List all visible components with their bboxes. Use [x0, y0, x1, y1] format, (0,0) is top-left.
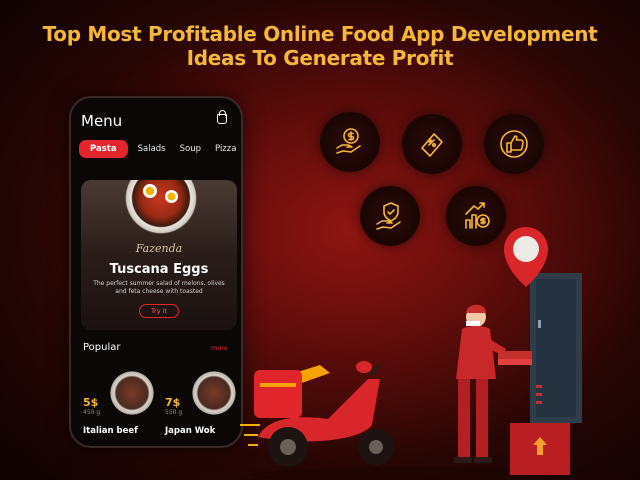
- featured-dish-image: [125, 180, 197, 234]
- dish-image: [107, 368, 157, 418]
- featured-card[interactable]: Fazenda Tuscana Eggs The perfect summer …: [81, 180, 237, 330]
- popular-heading: Popular: [83, 342, 121, 353]
- egg-yolk-decor: [165, 190, 178, 203]
- delivery-box-scooter: [254, 370, 302, 418]
- shopping-bag-icon[interactable]: [217, 110, 227, 124]
- category-tabs: Pasta Salads Soup Pizza: [79, 140, 240, 158]
- tab-pizza[interactable]: Pizza: [211, 141, 240, 157]
- featured-dish-name: Tuscana Eggs: [109, 262, 209, 277]
- tab-soup[interactable]: Soup: [176, 141, 205, 157]
- item-weight: 550 g: [165, 409, 183, 416]
- discount-ticket-icon: [402, 114, 462, 174]
- item-price: 5$: [83, 396, 99, 409]
- item-name: Japan Wok: [165, 426, 216, 436]
- app-title: Menu: [81, 112, 123, 130]
- headline: Top Most Profitable Online Food App Deve…: [0, 22, 640, 70]
- phone-mockup: Menu Pasta Salads Soup Pizza Fazenda Tus…: [69, 96, 243, 448]
- tab-salads[interactable]: Salads: [134, 141, 170, 157]
- featured-brand: Fazenda: [135, 242, 183, 255]
- item-name: Italian beef: [83, 426, 138, 436]
- popular-item[interactable]: 5$ 450 g Italian beef: [79, 366, 157, 446]
- scooter: [240, 361, 394, 467]
- egg-yolk-decor: [143, 184, 157, 198]
- item-weight: 450 g: [83, 409, 101, 416]
- more-link[interactable]: more: [211, 344, 228, 352]
- dish-image: [189, 368, 239, 418]
- tab-pasta[interactable]: Pasta: [79, 140, 128, 158]
- delivery-illustration: [240, 227, 630, 480]
- headline-line-2: Ideas To Generate Profit: [186, 46, 454, 70]
- headline-line-1: Top Most Profitable Online Food App Deve…: [42, 22, 598, 46]
- thumbs-up-icon: [484, 114, 544, 174]
- popular-item[interactable]: 7$ 550 g Japan Wok: [161, 366, 239, 446]
- item-price: 7$: [165, 396, 181, 409]
- try-it-button[interactable]: Try it: [139, 304, 179, 318]
- hand-dollar-icon: [320, 112, 380, 172]
- featured-description: The perfect summer salad of melons, oliv…: [93, 280, 225, 295]
